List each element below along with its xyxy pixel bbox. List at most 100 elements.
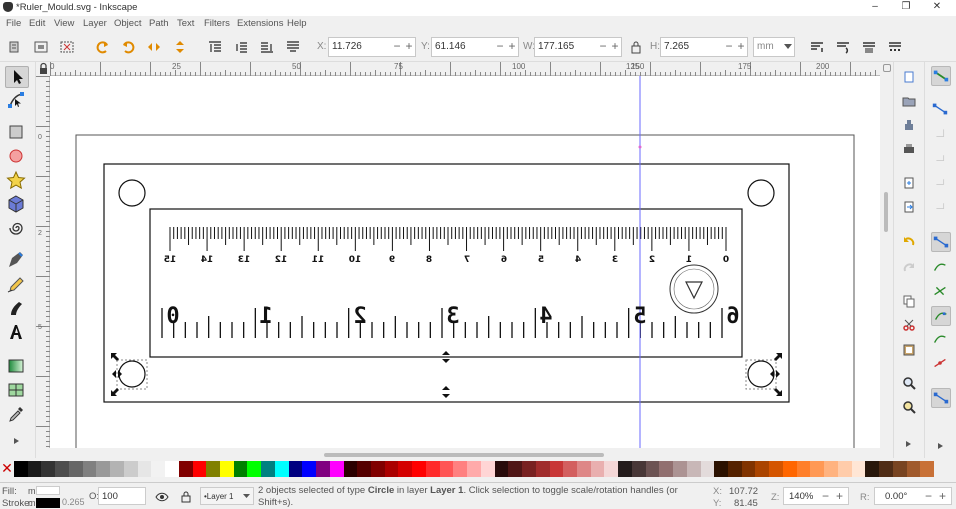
drawing-canvas[interactable]: 0 1 2 3 4 5 6 7 8 9 10 11 12 13 14 15 0123456 (50, 76, 880, 448)
maximize-button[interactable]: ❐ (891, 0, 921, 16)
color-swatch[interactable] (673, 461, 688, 477)
color-swatch[interactable] (261, 461, 276, 477)
mesh-tool[interactable] (5, 380, 29, 402)
color-swatch[interactable] (453, 461, 468, 477)
x-decrement-button[interactable]: − (391, 38, 403, 56)
close-button[interactable]: ✕ (922, 0, 952, 16)
scale-stroke-icon[interactable] (810, 40, 824, 54)
vertical-ruler[interactable]: 0 2 5 (36, 76, 50, 448)
zoom-decrement-button[interactable]: − (822, 489, 829, 503)
h-decrement-button[interactable]: − (723, 38, 735, 56)
new-document-icon[interactable] (902, 70, 916, 84)
color-swatch[interactable] (549, 461, 564, 477)
color-swatch[interactable] (82, 461, 97, 477)
color-swatch[interactable] (192, 461, 207, 477)
menu-help[interactable]: Help (287, 18, 307, 29)
color-swatch[interactable] (865, 461, 880, 477)
color-swatch[interactable] (508, 461, 523, 477)
color-swatch[interactable] (27, 461, 42, 477)
export-icon[interactable] (902, 200, 916, 214)
snap-bbox-midpoints[interactable] (931, 172, 951, 192)
color-swatch[interactable] (892, 461, 908, 477)
color-swatch[interactable] (782, 461, 798, 477)
minimize-button[interactable]: – (860, 0, 890, 16)
color-swatch[interactable] (329, 461, 345, 477)
gradient-tool[interactable] (5, 356, 29, 378)
color-swatch[interactable] (302, 461, 317, 477)
layer-lock-icon[interactable] (180, 490, 192, 503)
snap-paths[interactable] (931, 258, 951, 278)
color-swatch[interactable] (371, 461, 386, 477)
color-swatch[interactable] (741, 461, 756, 477)
color-swatch[interactable] (631, 461, 647, 477)
snap-bbox[interactable] (931, 100, 951, 120)
color-swatch[interactable] (796, 461, 811, 477)
vertical-scroll-thumb[interactable] (884, 192, 888, 232)
menu-layer[interactable]: Layer (83, 18, 107, 29)
color-swatch[interactable] (68, 461, 84, 477)
color-swatch[interactable] (233, 461, 248, 477)
snap-cusp-nodes[interactable] (931, 306, 951, 326)
color-swatch[interactable] (755, 461, 770, 477)
y-field[interactable]: 61.146 − + (431, 37, 519, 57)
color-swatch[interactable] (55, 461, 70, 477)
snap-toggle[interactable] (931, 66, 951, 86)
color-swatch[interactable] (123, 461, 139, 477)
color-swatch[interactable] (219, 461, 235, 477)
color-swatch[interactable] (274, 461, 290, 477)
select-all-layers-icon[interactable] (34, 40, 48, 54)
save-icon[interactable] (902, 118, 916, 132)
color-swatch[interactable] (906, 461, 921, 477)
vertical-scrollbar[interactable] (880, 62, 892, 458)
snap-bbox-centers[interactable] (931, 196, 951, 216)
node-tool[interactable] (5, 90, 29, 112)
color-swatch[interactable] (714, 461, 729, 477)
color-swatch[interactable] (467, 461, 482, 477)
text-tool[interactable] (5, 322, 29, 344)
stroke-swatch[interactable] (36, 498, 60, 508)
dropper-tool[interactable] (5, 404, 29, 426)
unit-select[interactable]: mm (753, 37, 795, 57)
color-swatch[interactable] (480, 461, 496, 477)
opacity-field[interactable]: 100 (98, 487, 146, 505)
star-tool[interactable] (5, 170, 29, 192)
stroke-width[interactable]: 0.265 (62, 497, 85, 507)
color-swatch[interactable] (165, 461, 180, 477)
snap-bbox-corners[interactable] (931, 148, 951, 168)
menu-file[interactable]: File (6, 18, 21, 29)
menu-path[interactable]: Path (149, 18, 169, 29)
x-increment-button[interactable]: + (403, 38, 415, 56)
menu-filters[interactable]: Filters (204, 18, 230, 29)
color-swatch[interactable] (920, 461, 935, 477)
raise-to-top-icon[interactable] (208, 40, 222, 54)
color-swatch[interactable] (879, 461, 894, 477)
color-swatch[interactable] (439, 461, 454, 477)
zoom-increment-button[interactable]: + (836, 489, 843, 503)
undo-icon[interactable] (902, 234, 916, 248)
y-decrement-button[interactable]: − (494, 38, 506, 56)
ellipse-tool[interactable] (5, 146, 29, 168)
color-swatch[interactable] (769, 461, 784, 477)
color-swatch[interactable] (535, 461, 550, 477)
horizontal-ruler[interactable]: 0 25 50 75 100 125 150 175 200 (50, 62, 881, 76)
color-swatch[interactable] (343, 461, 358, 477)
color-swatch[interactable] (425, 461, 441, 477)
guide-anchor[interactable] (638, 145, 642, 149)
scroll-up-button[interactable] (883, 64, 891, 72)
lower-to-bottom-icon[interactable] (286, 40, 300, 54)
pen-tool[interactable] (5, 250, 29, 272)
w-field[interactable]: 177.165 − + (534, 37, 622, 57)
menu-object[interactable]: Object (114, 18, 141, 29)
fill-swatch[interactable] (36, 486, 60, 495)
raise-icon[interactable] (234, 40, 248, 54)
spiral-tool[interactable] (5, 218, 29, 240)
snap-centers[interactable] (931, 388, 951, 408)
pencil-tool[interactable] (5, 274, 29, 296)
x-field[interactable]: 11.726 − + (328, 37, 416, 57)
paste-icon[interactable] (902, 342, 916, 356)
color-swatch[interactable] (288, 461, 303, 477)
rotation-increment-button[interactable]: + (939, 489, 946, 503)
rotation-field[interactable]: 0.00° − + (874, 487, 952, 505)
rotation-decrement-button[interactable]: − (925, 489, 932, 503)
snap-smooth-nodes[interactable] (931, 330, 951, 350)
